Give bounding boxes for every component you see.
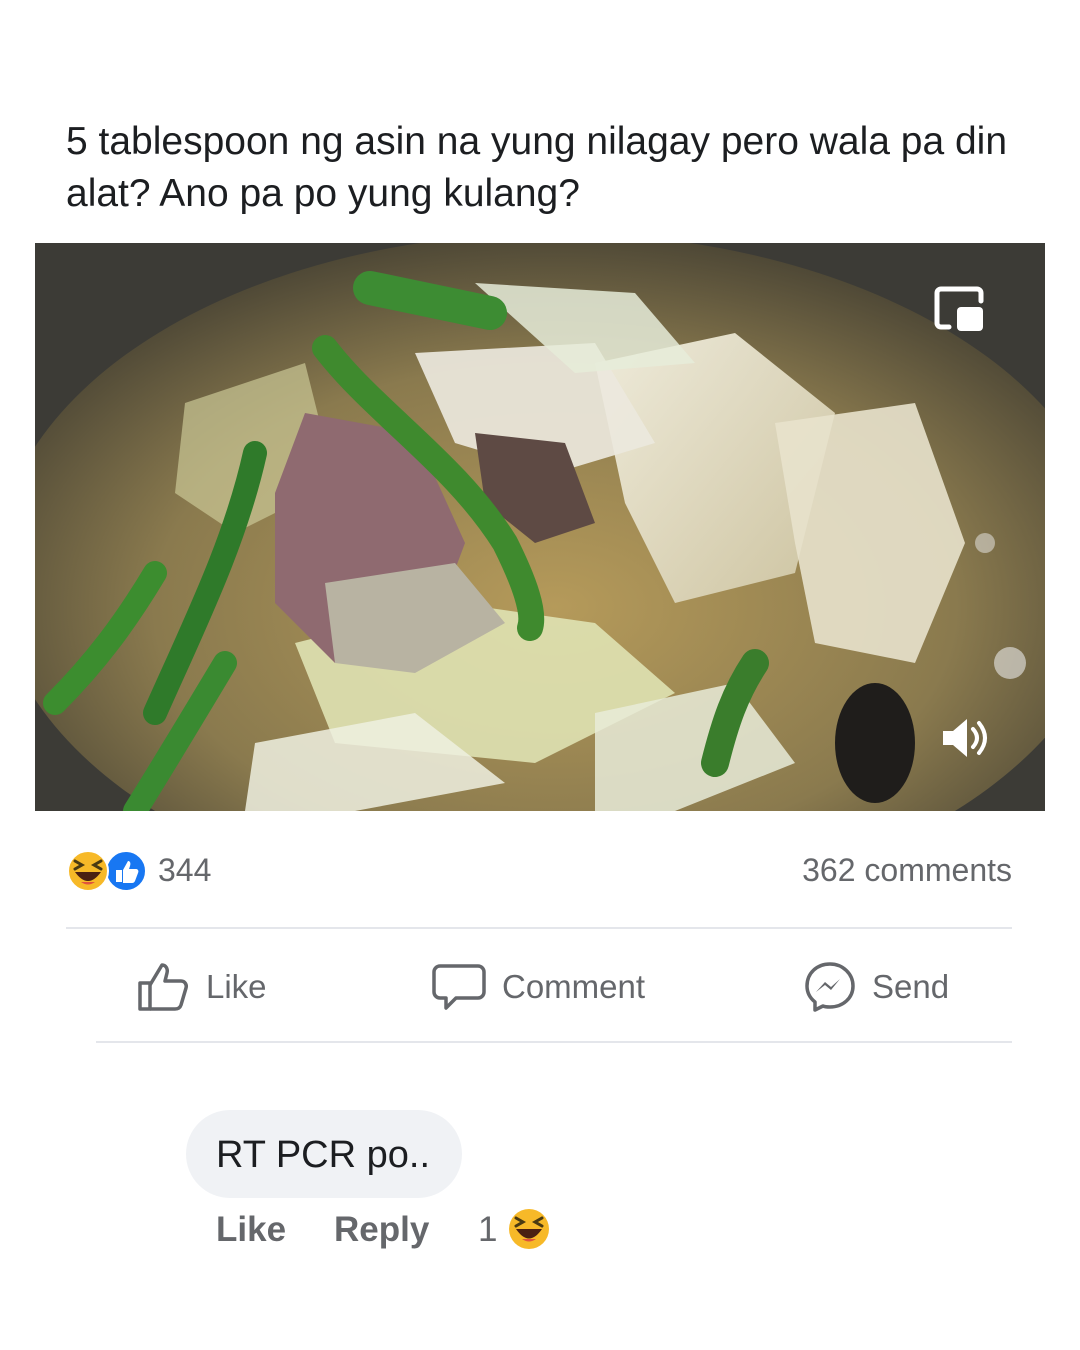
comments-count[interactable]: 362 comments <box>802 852 1012 889</box>
like-reaction-icon <box>105 850 147 892</box>
like-icon <box>138 963 188 1011</box>
comment-icon <box>432 964 486 1010</box>
comment-text: RT PCR po.. <box>216 1134 431 1176</box>
messenger-icon <box>805 962 855 1012</box>
post-video[interactable] <box>35 243 1045 811</box>
like-label: Like <box>206 968 267 1005</box>
comment-reply-button[interactable]: Reply <box>334 1210 429 1250</box>
soup-image <box>35 243 1045 811</box>
haha-reaction-icon <box>67 850 109 892</box>
comment-label: Comment <box>502 968 646 1005</box>
reaction-icons[interactable] <box>66 850 152 892</box>
reaction-count[interactable]: 344 <box>158 852 211 889</box>
divider <box>96 1041 1012 1043</box>
post-stats: 344 362 comments <box>66 848 1012 894</box>
haha-reaction-icon[interactable] <box>508 1208 550 1250</box>
comment-button[interactable]: Comment <box>432 958 645 1016</box>
picture-in-picture-icon[interactable] <box>933 283 987 337</box>
post-caption: 5 tablespoon ng asin na yung nilagay per… <box>66 120 1008 215</box>
sound-icon[interactable] <box>937 715 993 761</box>
divider <box>66 927 1012 929</box>
comment-reaction-count[interactable]: 1 <box>478 1210 497 1250</box>
comment-bubble[interactable]: RT PCR po.. <box>186 1110 462 1198</box>
send-label: Send <box>872 968 950 1005</box>
like-button[interactable]: Like <box>136 958 267 1016</box>
send-button[interactable]: Send <box>804 958 949 1016</box>
comment-like-button[interactable]: Like <box>216 1210 286 1250</box>
